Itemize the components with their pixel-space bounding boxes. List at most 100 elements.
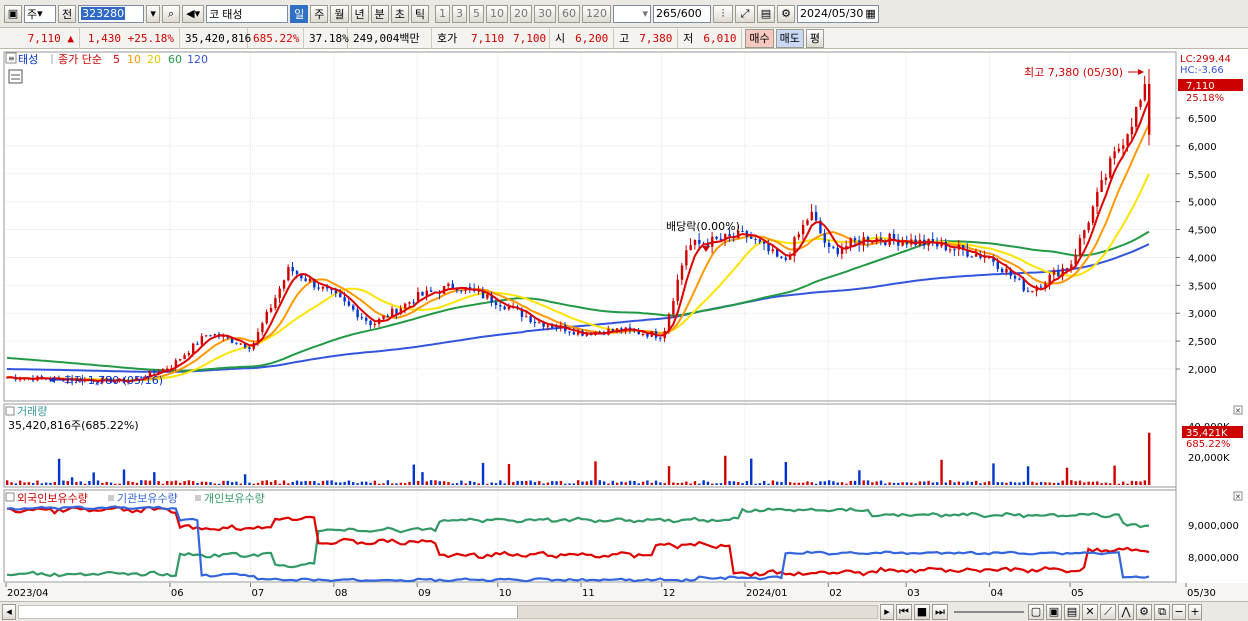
date-tick-label: 03 bbox=[907, 588, 920, 599]
volume-bar bbox=[961, 482, 965, 485]
candle-body bbox=[179, 359, 182, 361]
candle-body bbox=[529, 316, 532, 323]
period-month[interactable]: 월 bbox=[330, 4, 349, 23]
interval-3[interactable]: 3 bbox=[452, 4, 467, 23]
speaker-icon[interactable]: ◀▾ bbox=[182, 4, 205, 23]
date-tick-label: 2024/01 bbox=[746, 588, 788, 599]
volume-bar bbox=[538, 480, 541, 485]
zoom-slider[interactable] bbox=[954, 610, 1024, 613]
volume-bar bbox=[438, 481, 441, 485]
period-day[interactable]: 일 bbox=[290, 4, 309, 23]
window-icon[interactable]: ▢ bbox=[1028, 603, 1044, 620]
chart-svg[interactable]: ≡ 태성 종가 단순 5 10 20 60 120 최고 7,380 (05/3… bbox=[0, 50, 1248, 601]
line-icon[interactable]: ⟋ bbox=[1100, 603, 1116, 620]
volume-bar bbox=[481, 462, 485, 485]
price-tick-label: 5,500 bbox=[1188, 170, 1217, 181]
volume-bar bbox=[728, 481, 731, 485]
candle-body bbox=[339, 293, 342, 298]
volume-bar bbox=[88, 480, 91, 485]
interval-30[interactable]: 30 bbox=[534, 4, 556, 23]
gear-icon[interactable]: ⚙ bbox=[777, 4, 795, 23]
candle-body bbox=[1117, 148, 1121, 152]
interval-10[interactable]: 10 bbox=[486, 4, 508, 23]
candle-body bbox=[282, 280, 286, 289]
candle-body bbox=[641, 334, 645, 336]
calculator-icon[interactable] bbox=[8, 69, 23, 84]
market-select[interactable]: 주 ▾ bbox=[24, 4, 56, 23]
zigzag-icon[interactable]: ⋀ bbox=[1118, 603, 1134, 620]
scroll-left-icon[interactable]: ◂ bbox=[2, 603, 16, 620]
count-field[interactable]: 265/600 bbox=[653, 4, 711, 23]
chart-type-icon[interactable]: ⫶ bbox=[713, 4, 733, 23]
volume-bar bbox=[36, 480, 39, 485]
volume-bar bbox=[334, 482, 338, 485]
minus-icon[interactable]: − bbox=[1172, 603, 1186, 620]
volume-bar bbox=[1061, 480, 1064, 485]
interval-custom-select[interactable]: ▾ bbox=[613, 4, 651, 23]
interval-1[interactable]: 1 bbox=[435, 4, 450, 23]
interval-60[interactable]: 60 bbox=[558, 4, 580, 23]
last-page-icon[interactable]: ⏭ bbox=[932, 603, 948, 620]
date-value: 2024/05/30 bbox=[800, 7, 864, 20]
volume-bar bbox=[659, 482, 662, 485]
current-price: 7,110 ▲ bbox=[0, 27, 80, 49]
price-tick-label: 2,500 bbox=[1188, 337, 1217, 348]
ask-price: 7,110 bbox=[471, 31, 505, 45]
candle-body bbox=[546, 325, 550, 327]
candle-body bbox=[494, 302, 498, 306]
volume-bar bbox=[711, 483, 714, 485]
interval-5[interactable]: 5 bbox=[469, 4, 484, 23]
grid-icon[interactable]: ▤ bbox=[1064, 603, 1080, 620]
sell-button[interactable]: 매도 bbox=[775, 28, 804, 48]
volume-bar bbox=[75, 482, 78, 485]
candle-body bbox=[533, 322, 537, 324]
volume-bar bbox=[226, 480, 230, 485]
search-icon[interactable]: ⌕ bbox=[162, 4, 181, 23]
volume-bar bbox=[166, 480, 169, 485]
volume-bar bbox=[464, 483, 467, 485]
interval-120[interactable]: 120 bbox=[582, 4, 611, 23]
interval-20[interactable]: 20 bbox=[510, 4, 532, 23]
volume-bar bbox=[853, 480, 857, 485]
period-second[interactable]: 초 bbox=[390, 4, 409, 23]
holding-panel-menu-icon[interactable] bbox=[5, 492, 15, 502]
buy-button[interactable]: 매수 bbox=[745, 28, 774, 48]
calendar-icon[interactable]: ▦ bbox=[865, 7, 875, 20]
candle-body bbox=[308, 278, 312, 282]
plus-icon[interactable]: + bbox=[1188, 603, 1202, 620]
first-page-icon[interactable]: ⏮ bbox=[896, 603, 912, 620]
period-tick[interactable]: 틱 bbox=[410, 4, 429, 23]
layout-icon[interactable]: ▣ bbox=[4, 4, 22, 23]
candle-body bbox=[153, 371, 156, 373]
stop-icon[interactable]: ■ bbox=[914, 603, 930, 620]
volume-bar bbox=[763, 480, 766, 485]
volume-bar bbox=[135, 482, 139, 485]
volume-bar bbox=[447, 482, 450, 485]
candle-body bbox=[1148, 83, 1151, 135]
chart-area[interactable]: ≡ 태성 종가 단순 5 10 20 60 120 최고 7,380 (05/3… bbox=[0, 50, 1248, 601]
volume-bar bbox=[693, 481, 697, 485]
code-dropdown-icon[interactable]: ▾ bbox=[146, 4, 161, 23]
candle-body bbox=[265, 311, 268, 324]
gear-icon[interactable]: ⚙ bbox=[1136, 603, 1152, 620]
volume-bar bbox=[845, 483, 848, 485]
save-icon[interactable]: ▤ bbox=[757, 4, 775, 23]
avg-button[interactable]: 평 bbox=[805, 28, 824, 48]
draw-tool-icon[interactable]: ⤢ bbox=[735, 4, 755, 23]
period-year[interactable]: 년 bbox=[350, 4, 369, 23]
copy-icon[interactable]: ⧉ bbox=[1154, 603, 1170, 620]
scroll-thumb[interactable] bbox=[517, 605, 877, 618]
date-field[interactable]: 2024/05/30 ▦ bbox=[797, 4, 879, 23]
scroll-right-icon[interactable]: ▸ bbox=[880, 603, 894, 620]
horizontal-scrollbar[interactable] bbox=[18, 604, 878, 619]
period-minute[interactable]: 분 bbox=[370, 4, 389, 23]
code-input[interactable]: 323280 bbox=[78, 4, 145, 23]
stock-name-field[interactable]: 코 태성 bbox=[206, 4, 289, 23]
candle-body bbox=[698, 239, 701, 244]
prev-button[interactable]: 전 bbox=[58, 4, 77, 23]
volume-panel-menu-icon[interactable] bbox=[5, 406, 15, 416]
legend-bullet-icon bbox=[195, 495, 201, 501]
tile-icon[interactable]: ▣ bbox=[1046, 603, 1062, 620]
period-week[interactable]: 주 bbox=[310, 4, 329, 23]
cross-icon[interactable]: ✕ bbox=[1082, 603, 1098, 620]
